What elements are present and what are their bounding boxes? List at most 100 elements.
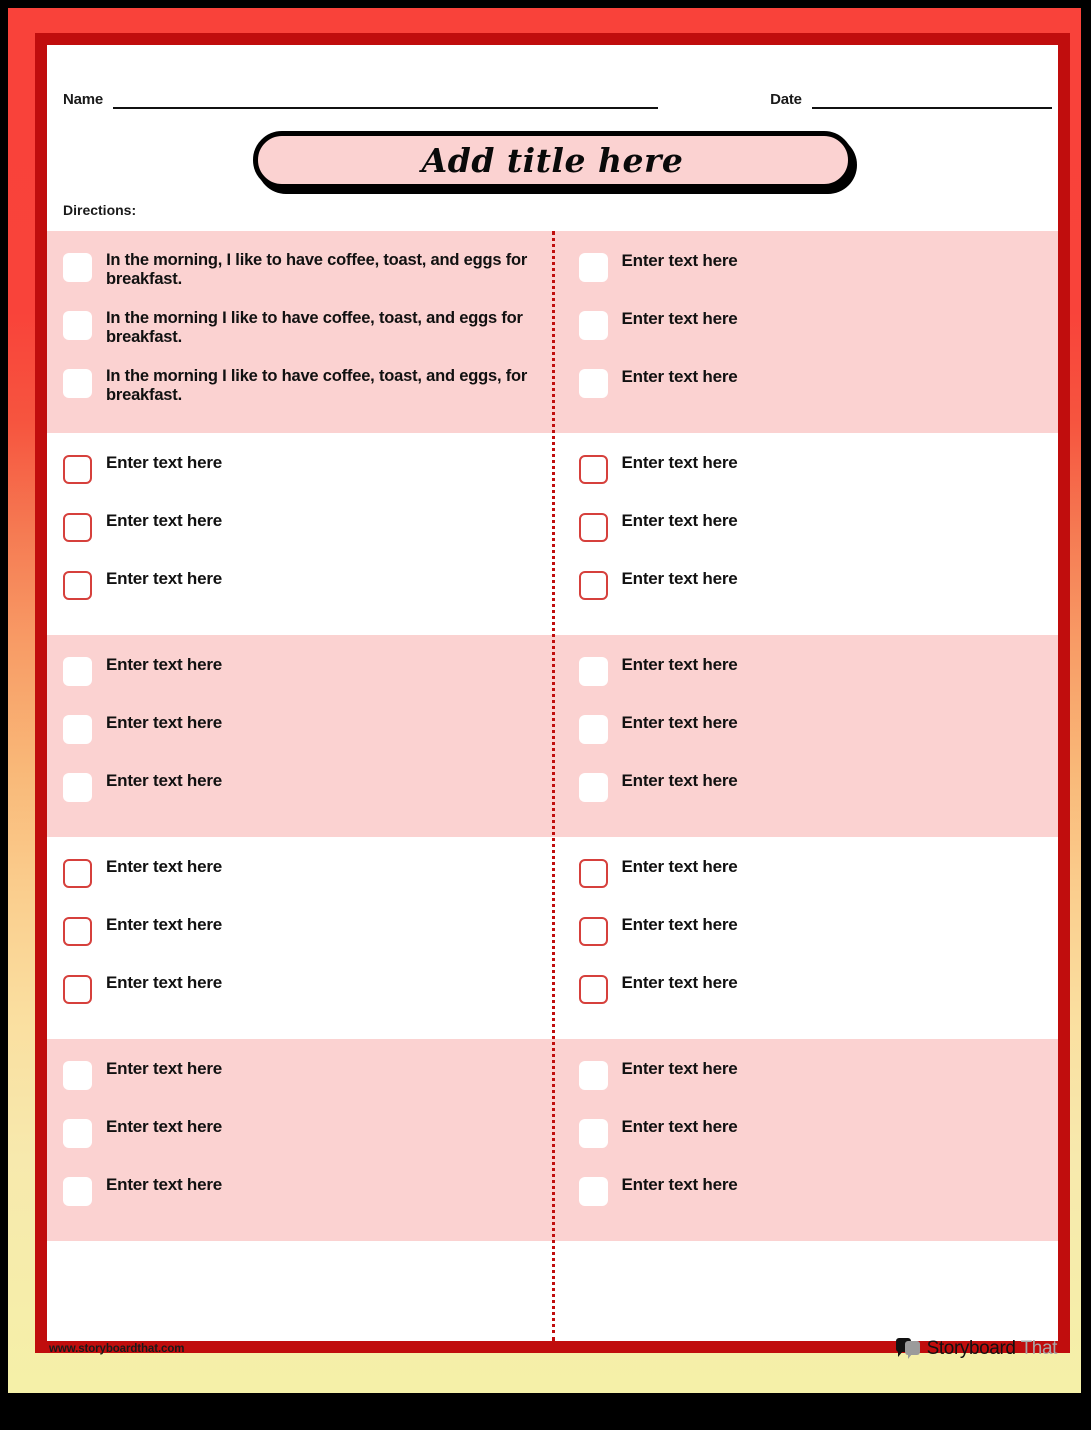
checklist-row-text[interactable]: Enter text here	[622, 655, 738, 675]
name-input-line[interactable]	[113, 93, 659, 109]
checkbox[interactable]	[63, 571, 92, 600]
checklist-row[interactable]: Enter text here	[63, 707, 537, 765]
checkbox[interactable]	[63, 773, 92, 802]
checklist-row-text[interactable]: In the morning I like to have coffee, to…	[106, 367, 536, 406]
checkbox[interactable]	[578, 975, 608, 1004]
checklist-row[interactable]: Enter text here	[578, 505, 1043, 563]
checkbox[interactable]	[578, 253, 608, 282]
checklist-row[interactable]: Enter text here	[578, 1053, 1043, 1111]
footer-url[interactable]: www.storyboardthat.com	[49, 1343, 184, 1355]
checkbox[interactable]	[63, 715, 92, 744]
checklist-row[interactable]: Enter text here	[63, 505, 537, 563]
checklist-row-text[interactable]: Enter text here	[622, 511, 738, 531]
checklist-row-text[interactable]: Enter text here	[622, 1175, 738, 1195]
checkbox[interactable]	[578, 455, 608, 484]
checklist-row[interactable]: Enter text here	[63, 563, 537, 621]
checklist-row[interactable]: In the morning I like to have coffee, to…	[63, 361, 537, 419]
checkbox[interactable]	[63, 859, 92, 888]
checkbox[interactable]	[578, 773, 608, 802]
checklist-row-text[interactable]: Enter text here	[106, 771, 222, 791]
checklist-row-text[interactable]: Enter text here	[106, 569, 222, 589]
checkbox[interactable]	[63, 311, 92, 340]
checklist-row-text[interactable]: In the morning I like to have coffee, to…	[106, 309, 536, 348]
checklist-row[interactable]: Enter text here	[578, 967, 1043, 1025]
checkbox[interactable]	[63, 975, 92, 1004]
checklist-row[interactable]: In the morning, I like to have coffee, t…	[63, 245, 537, 303]
checkbox[interactable]	[63, 1177, 92, 1206]
checklist-row-text[interactable]: Enter text here	[106, 1059, 222, 1079]
checkbox[interactable]	[63, 917, 92, 946]
checklist-row[interactable]: Enter text here	[63, 1169, 537, 1227]
checklist-row-text[interactable]: Enter text here	[106, 713, 222, 733]
checklist-row-text[interactable]: Enter text here	[622, 857, 738, 877]
checklist-row[interactable]: Enter text here	[578, 707, 1043, 765]
checklist-row-text[interactable]: Enter text here	[106, 973, 222, 993]
checklist-row-text[interactable]: Enter text here	[106, 655, 222, 675]
checkbox[interactable]	[63, 455, 92, 484]
checkbox[interactable]	[578, 859, 608, 888]
checkbox[interactable]	[578, 369, 608, 398]
checklist-row[interactable]: Enter text here	[578, 563, 1043, 621]
checklist-row-text[interactable]: Enter text here	[622, 915, 738, 935]
checkbox[interactable]	[578, 715, 608, 744]
checklist-row-text[interactable]: Enter text here	[622, 569, 738, 589]
checklist-row[interactable]: Enter text here	[578, 447, 1043, 505]
checkbox[interactable]	[63, 1061, 92, 1090]
checkbox[interactable]	[578, 1061, 608, 1090]
checklist-column-left: Enter text here Enter text here Enter text…	[47, 433, 553, 635]
checkbox[interactable]	[578, 657, 608, 686]
checklist-row[interactable]: Enter text here	[63, 909, 537, 967]
checklist-row[interactable]: Enter text here	[578, 765, 1043, 823]
checklist-row[interactable]: Enter text here	[578, 909, 1043, 967]
checklist-row-text[interactable]: Enter text here	[622, 771, 738, 791]
checkbox[interactable]	[578, 1119, 608, 1148]
checklist-row[interactable]: Enter text here	[578, 303, 1043, 361]
checklist-row[interactable]: Enter text here	[578, 1111, 1043, 1169]
checklist-column-left: Enter text here Enter text here Enter text…	[47, 635, 553, 837]
checkbox[interactable]	[578, 1177, 608, 1206]
checklist-row[interactable]: Enter text here	[63, 967, 537, 1025]
checklist-row[interactable]: Enter text here	[63, 447, 537, 505]
checkbox[interactable]	[63, 657, 92, 686]
checklist-row[interactable]: In the morning I like to have coffee, to…	[63, 303, 537, 361]
checklist-row-text[interactable]: Enter text here	[622, 713, 738, 733]
checkbox[interactable]	[63, 253, 92, 282]
checkbox[interactable]	[63, 1119, 92, 1148]
checklist-row[interactable]: Enter text here	[578, 361, 1043, 419]
checklist-row[interactable]: Enter text here	[578, 649, 1043, 707]
checklist-row-text[interactable]: Enter text here	[622, 973, 738, 993]
checklist-block: Enter text here Enter text here Enter text…	[47, 837, 1058, 1039]
checklist-row[interactable]: Enter text here	[63, 1111, 537, 1169]
checklist-row-text[interactable]: Enter text here	[622, 1117, 738, 1137]
checklist-row-text[interactable]: Enter text here	[622, 453, 738, 473]
checklist-row-text[interactable]: Enter text here	[106, 511, 222, 531]
title-pill-wrapper: Add title here	[47, 131, 1058, 189]
checklist-row-text[interactable]: Enter text here	[106, 1175, 222, 1195]
checkbox[interactable]	[578, 917, 608, 946]
checkbox[interactable]	[63, 513, 92, 542]
checklist-row-text[interactable]: Enter text here	[106, 857, 222, 877]
checkbox[interactable]	[63, 369, 92, 398]
checklist-row-text[interactable]: Enter text here	[622, 251, 738, 271]
checklist-row-text[interactable]: Enter text here	[106, 915, 222, 935]
checklist-row-text[interactable]: Enter text here	[106, 453, 222, 473]
checkbox[interactable]	[578, 571, 608, 600]
checkbox[interactable]	[578, 513, 608, 542]
title-pill[interactable]: Add title here	[252, 131, 853, 189]
checklist-row[interactable]: Enter text here	[578, 1169, 1043, 1227]
checklist-row[interactable]: Enter text here	[63, 765, 537, 823]
checklist-row[interactable]: Enter text here	[63, 851, 537, 909]
checklist-row[interactable]: Enter text here	[63, 1053, 537, 1111]
checklist-row-text[interactable]: Enter text here	[622, 367, 738, 387]
checklist-block: Enter text here Enter text here Enter text…	[47, 635, 1058, 837]
checklist-row-text[interactable]: Enter text here	[622, 309, 738, 329]
checklist-row[interactable]: Enter text here	[63, 649, 537, 707]
checklist-row[interactable]: Enter text here	[578, 245, 1043, 303]
checklist-row[interactable]: Enter text here	[578, 851, 1043, 909]
checklist-column-right: Enter text here Enter text here Enter text…	[552, 231, 1058, 433]
checklist-row-text[interactable]: Enter text here	[622, 1059, 738, 1079]
checkbox[interactable]	[578, 311, 608, 340]
date-input-line[interactable]	[811, 93, 1052, 109]
checklist-row-text[interactable]: In the morning, I like to have coffee, t…	[106, 251, 536, 290]
checklist-row-text[interactable]: Enter text here	[106, 1117, 222, 1137]
